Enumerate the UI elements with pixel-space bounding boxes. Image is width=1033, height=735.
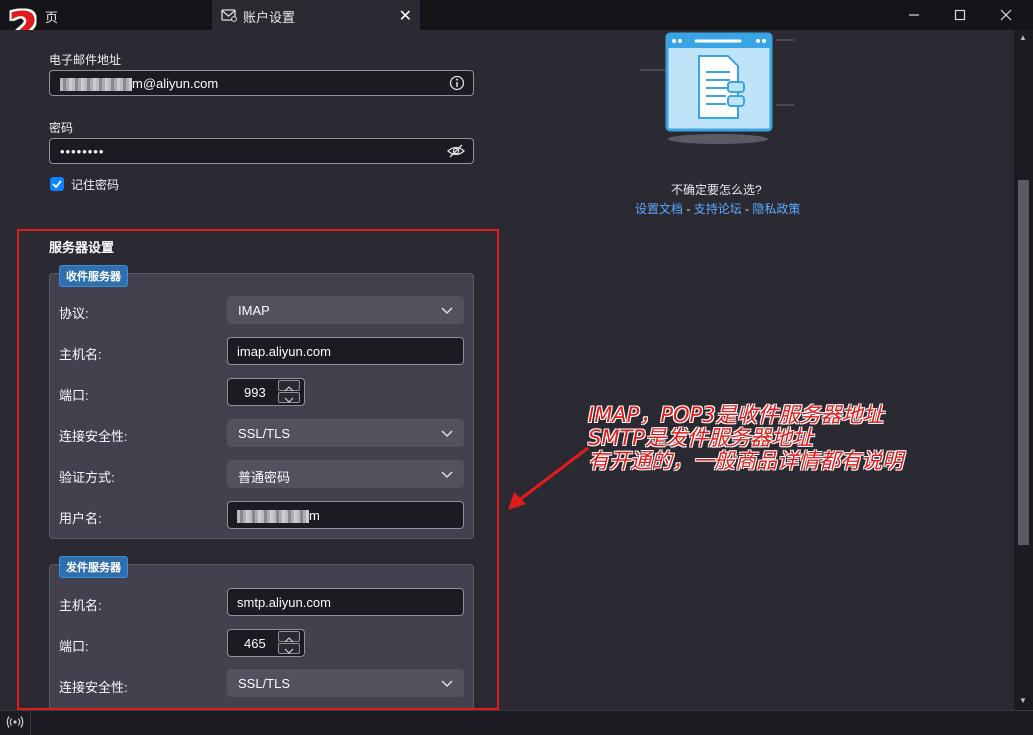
annotation-line-2: SMTP是发件服务器地址 — [588, 426, 813, 450]
mail-settings-icon — [221, 8, 237, 25]
status-bar — [0, 710, 1033, 735]
help-links: 设置文档 - 支持论坛 - 隐私政策 — [635, 200, 800, 217]
email-value-suffix: m@aliyun.com — [132, 76, 219, 91]
link-support-forum[interactable]: 支持论坛 — [694, 202, 742, 216]
link-setup-docs[interactable]: 设置文档 — [635, 202, 683, 216]
annotation-text: IMAP，POP3是收件服务器地址 SMTP是发件服务器地址 有开通的，一般商品… — [588, 404, 903, 473]
vertical-scrollbar[interactable]: ▲ ▼ — [1014, 30, 1033, 710]
link-separator: - — [683, 202, 694, 216]
eye-slash-icon[interactable] — [447, 143, 465, 162]
password-field[interactable]: •••••••• — [49, 138, 474, 164]
link-separator: - — [741, 202, 753, 216]
setup-illustration — [636, 30, 806, 150]
server-settings-highlight-box — [17, 229, 499, 710]
annotation-arrow — [508, 446, 589, 510]
activity-signal-icon[interactable] — [6, 715, 24, 732]
annotation-line-1: IMAP，POP3是收件服务器地址 — [588, 403, 884, 427]
scroll-down-icon[interactable]: ▼ — [1019, 696, 1027, 705]
tab-home-label: 页 — [45, 10, 59, 25]
minimize-button[interactable] — [891, 0, 937, 30]
remember-password-checkbox[interactable] — [50, 177, 64, 191]
status-divider — [30, 711, 31, 735]
close-tab-icon[interactable]: ✕ — [399, 6, 412, 26]
maximize-button[interactable] — [937, 0, 983, 30]
help-question: 不确定要怎么选? — [671, 183, 762, 197]
link-privacy-policy[interactable]: 隐私政策 — [752, 202, 800, 216]
password-value: •••••••• — [60, 144, 105, 159]
password-label: 密码 — [49, 121, 74, 135]
info-icon[interactable] — [449, 75, 465, 94]
email-value: m@aliyun.com — [60, 76, 219, 92]
remember-password-label: 记住密码 — [71, 178, 120, 192]
title-bar: 页 2 账户设置 ✕ — [0, 0, 1033, 54]
email-label: 电子邮件地址 — [49, 53, 122, 67]
scroll-up-icon[interactable]: ▲ — [1019, 33, 1027, 42]
email-field[interactable]: m@aliyun.com — [49, 70, 474, 96]
close-window-button[interactable] — [983, 0, 1029, 30]
scrollbar-thumb[interactable] — [1018, 180, 1029, 545]
tab-title: 账户设置 — [243, 10, 296, 25]
annotation-line-3: 有开通的，一般商品详情都有说明 — [588, 449, 903, 473]
redacted-mask — [60, 78, 132, 92]
tab-account-settings[interactable]: 账户设置 ✕ — [212, 0, 420, 30]
